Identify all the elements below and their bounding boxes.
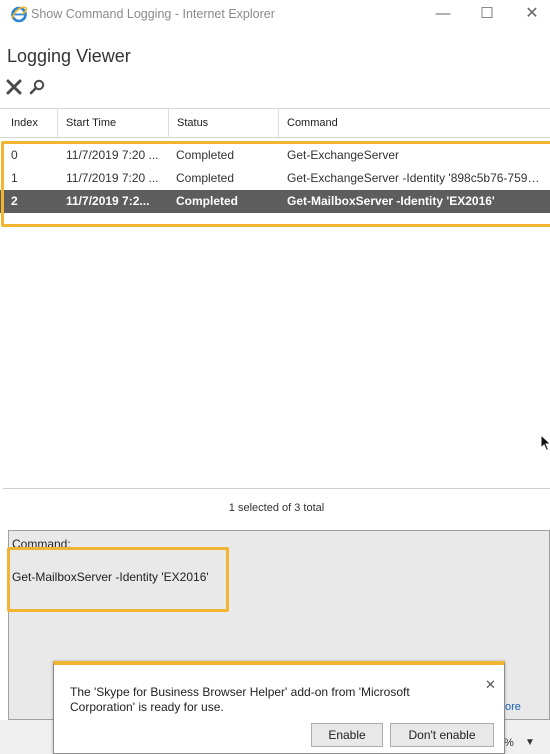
selection-status: 1 selected of 3 total bbox=[3, 488, 550, 524]
window-title: Show Command Logging - Internet Explorer bbox=[31, 7, 275, 21]
cell-start-time: 11/7/2019 7:2... bbox=[66, 194, 150, 208]
cell-command: Get-ExchangeServer -Identity '898c5b76-7… bbox=[287, 171, 545, 185]
cell-command: Get-MailboxServer -Identity 'EX2016' bbox=[287, 194, 495, 208]
cell-start-time: 11/7/2019 7:20 ... bbox=[66, 171, 159, 185]
page-title: Logging Viewer bbox=[7, 46, 131, 66]
cell-command: Get-ExchangeServer bbox=[287, 148, 400, 162]
table-row[interactable]: 0 11/7/2019 7:20 ... Completed Get-Excha… bbox=[0, 144, 550, 167]
command-label: Command: bbox=[12, 537, 71, 551]
dont-enable-button[interactable]: Don't enable bbox=[390, 723, 494, 747]
chevron-down-icon[interactable]: ▼ bbox=[525, 737, 535, 748]
maximize-button[interactable]: ☐ bbox=[472, 4, 502, 24]
internet-explorer-icon bbox=[11, 6, 28, 23]
command-value[interactable]: Get-MailboxServer -Identity 'EX2016' bbox=[12, 570, 209, 584]
zoom-level[interactable]: % bbox=[504, 737, 514, 749]
column-header-start-time[interactable]: Start Time bbox=[58, 109, 169, 138]
mouse-cursor-icon bbox=[540, 434, 550, 452]
cell-index: 0 bbox=[11, 148, 18, 162]
column-header-index[interactable]: Index bbox=[0, 109, 58, 138]
close-button[interactable]: ✕ bbox=[517, 4, 547, 24]
logging-grid: Index Start Time Status Command 0 11/7/2… bbox=[0, 108, 550, 488]
column-header-status[interactable]: Status bbox=[169, 109, 279, 138]
column-header-command[interactable]: Command bbox=[279, 109, 550, 138]
delete-x-icon[interactable] bbox=[5, 78, 23, 96]
minimize-button[interactable]: — bbox=[428, 4, 458, 24]
cell-index: 2 bbox=[11, 194, 18, 208]
cell-status: Completed bbox=[176, 194, 239, 208]
search-icon[interactable] bbox=[28, 78, 46, 96]
notification-message: The 'Skype for Business Browser Helper' … bbox=[70, 685, 410, 714]
grid-header: Index Start Time Status Command bbox=[0, 108, 550, 138]
enable-button[interactable]: Enable bbox=[311, 723, 383, 747]
more-link[interactable]: ore bbox=[505, 701, 521, 713]
cell-index: 1 bbox=[11, 171, 18, 185]
cell-start-time: 11/7/2019 7:20 ... bbox=[66, 148, 159, 162]
title-bar: Show Command Logging - Internet Explorer… bbox=[0, 0, 550, 28]
close-icon[interactable]: ✕ bbox=[485, 677, 496, 693]
addon-notification: The 'Skype for Business Browser Helper' … bbox=[53, 661, 505, 754]
cell-status: Completed bbox=[176, 148, 235, 162]
table-row-selected[interactable]: 2 11/7/2019 7:2... Completed Get-Mailbox… bbox=[0, 190, 550, 213]
cell-status: Completed bbox=[176, 171, 235, 185]
table-row[interactable]: 1 11/7/2019 7:20 ... Completed Get-Excha… bbox=[0, 167, 550, 190]
